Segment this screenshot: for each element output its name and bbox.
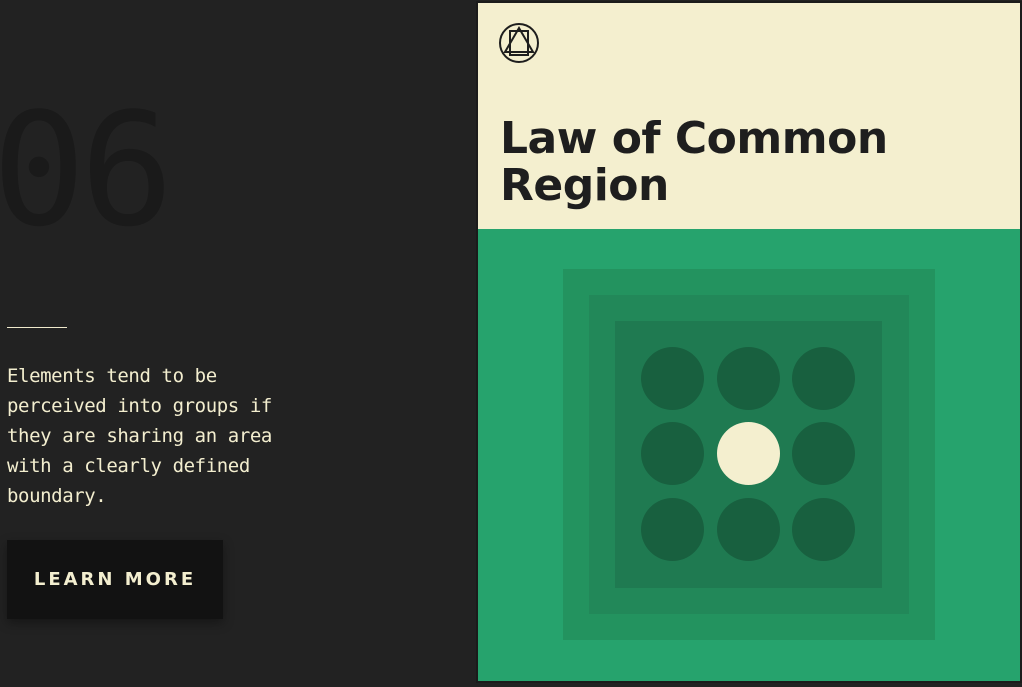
region-middle [589, 295, 909, 614]
card-title: Law of Common Region [500, 115, 1000, 209]
card-title-line-2: Region [500, 160, 669, 211]
grid-dot [792, 498, 855, 561]
principle-description: Elements tend to be perceived into group… [7, 365, 272, 507]
region-outer [563, 269, 935, 640]
grid-dot [717, 347, 780, 410]
card-header: Law of Common Region [478, 3, 1020, 229]
grid-dot [717, 498, 780, 561]
divider-line [7, 327, 67, 328]
card-illustration [478, 229, 1020, 681]
grid-dot-highlighted [717, 422, 780, 485]
principle-card[interactable]: Law of Common Region [476, 1, 1022, 683]
grid-dot [641, 347, 704, 410]
region-inner [615, 321, 882, 588]
learn-more-button[interactable]: LEARN MORE [7, 540, 223, 619]
grid-dot [792, 422, 855, 485]
grid-dot [641, 422, 704, 485]
grid-dot [641, 498, 704, 561]
card-title-line-1: Law of Common [500, 113, 888, 164]
principle-number: 06 [0, 79, 174, 261]
grid-dot [792, 347, 855, 410]
triangle-in-circle-icon [499, 23, 539, 63]
